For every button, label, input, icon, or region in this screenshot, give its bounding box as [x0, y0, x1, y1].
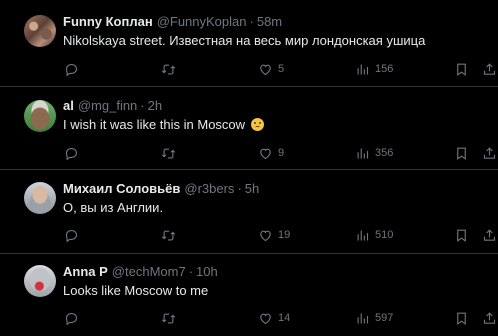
reply-button[interactable] [64, 60, 84, 78]
tweet[interactable]: Funny Коплан @FunnyKoplan · 58m Nikolskaya … [0, 0, 498, 87]
avatar[interactable] [24, 182, 56, 214]
reply-icon [65, 229, 78, 242]
bookmark-icon [457, 63, 466, 76]
tweet-header: Михаил Соловьёв @r3bers · 5h [63, 181, 259, 197]
reply-button[interactable] [64, 309, 84, 327]
separator-dot: · [188, 264, 194, 279]
views-icon [357, 148, 369, 158]
like-button[interactable]: 19 [258, 226, 290, 244]
share-icon [483, 62, 496, 75]
views-button[interactable]: 510 [355, 226, 393, 244]
share-button[interactable] [482, 226, 497, 244]
views-button[interactable]: 156 [355, 60, 393, 78]
like-count: 9 [278, 147, 285, 159]
timestamp[interactable]: 5h [245, 181, 259, 196]
separator-dot: · [140, 98, 145, 113]
tweet[interactable]: Михаил Соловьёв @r3bers · 5h О, вы из Англи… [0, 170, 498, 254]
like-button[interactable]: 5 [258, 60, 284, 78]
tweet[interactable]: Anna P @techMom7 · 10h Looks like Moscow to… [0, 254, 498, 336]
views-count: 356 [375, 147, 394, 159]
tweet[interactable]: al @mg_finn · 2h I wish it was like this in… [0, 87, 498, 170]
reply-icon [65, 63, 78, 76]
retweet-icon [161, 313, 176, 323]
display-name[interactable]: Funny Коплан [63, 14, 153, 29]
bookmark-icon [457, 312, 466, 325]
display-name[interactable]: Михаил Соловьёв [63, 181, 180, 196]
display-name[interactable]: Anna P [63, 264, 108, 279]
share-button[interactable] [482, 144, 497, 162]
timestamp[interactable]: 2h [148, 98, 162, 113]
user-handle[interactable]: @FunnyKoplan [157, 14, 247, 29]
tweet-text-content: Nikolskaya street. Известная на весь мир… [63, 33, 426, 48]
like-icon [260, 148, 271, 159]
retweet-button[interactable] [161, 226, 181, 244]
bookmark-button[interactable] [454, 309, 469, 327]
views-icon [357, 313, 369, 323]
tweet-header: Funny Коплан @FunnyKoplan · 58m [63, 14, 282, 30]
action-bar: 9 356 [0, 144, 498, 162]
bookmark-icon [457, 147, 466, 160]
retweet-icon [161, 230, 176, 240]
user-handle[interactable]: @r3bers [184, 181, 234, 196]
retweet-button[interactable] [161, 144, 181, 162]
like-button[interactable]: 14 [258, 309, 290, 327]
reply-icon [65, 312, 78, 325]
views-button[interactable]: 597 [355, 309, 393, 327]
separator-dot: · [237, 181, 242, 196]
tweet-text: Nikolskaya street. Известная на весь мир… [63, 32, 425, 49]
views-icon [357, 64, 369, 74]
separator-dot: · [249, 14, 254, 29]
retweet-icon [161, 64, 176, 74]
tweet-text-content: Looks like Moscow to me [63, 283, 209, 298]
like-count: 5 [278, 63, 285, 75]
share-button[interactable] [482, 309, 497, 327]
tweet-text-content: О, вы из Англии. [63, 200, 164, 215]
tweet-text: О, вы из Англии. [63, 199, 163, 216]
share-icon [483, 146, 496, 159]
tweet-text: Looks like Moscow to me [63, 282, 208, 299]
avatar[interactable] [24, 15, 56, 47]
views-icon [357, 230, 369, 240]
pleading-face-emoji [250, 118, 264, 131]
avatar[interactable] [24, 100, 56, 132]
views-button[interactable]: 356 [355, 144, 393, 162]
display-name[interactable]: al [63, 98, 74, 113]
timestamp[interactable]: 58m [257, 14, 282, 29]
share-icon [483, 311, 496, 324]
tweet-header: Anna P @techMom7 · 10h [63, 264, 218, 280]
share-button[interactable] [482, 60, 497, 78]
action-bar: 19 510 [0, 226, 498, 244]
views-count: 597 [375, 312, 394, 324]
user-handle[interactable]: @mg_finn [78, 98, 137, 113]
views-count: 156 [375, 63, 394, 75]
like-icon [260, 64, 271, 75]
reply-feed: Funny Коплан @FunnyKoplan · 58m Nikolskaya … [0, 0, 498, 336]
like-button[interactable]: 9 [258, 144, 284, 162]
user-handle[interactable]: @techMom7 [112, 264, 186, 279]
bookmark-icon [457, 229, 466, 242]
bookmark-button[interactable] [454, 226, 469, 244]
tweet-header: al @mg_finn · 2h [63, 98, 162, 114]
like-count: 14 [278, 312, 291, 324]
share-icon [483, 228, 496, 241]
timestamp[interactable]: 10h [196, 264, 218, 279]
retweet-icon [161, 148, 176, 158]
like-count: 19 [278, 229, 291, 241]
reply-icon [65, 147, 78, 160]
like-icon [260, 313, 271, 324]
retweet-button[interactable] [161, 309, 181, 327]
reply-button[interactable] [64, 144, 84, 162]
tweet-text: I wish it was like this in Moscow [63, 116, 264, 133]
avatar[interactable] [24, 265, 56, 297]
action-bar: 5 156 [0, 60, 498, 78]
like-icon [260, 230, 271, 241]
reply-button[interactable] [64, 226, 84, 244]
tweet-text-content: I wish it was like this in Moscow [63, 117, 246, 132]
bookmark-button[interactable] [454, 60, 469, 78]
retweet-button[interactable] [161, 60, 181, 78]
views-count: 510 [375, 229, 394, 241]
action-bar: 14 597 [0, 309, 498, 327]
bookmark-button[interactable] [454, 144, 469, 162]
